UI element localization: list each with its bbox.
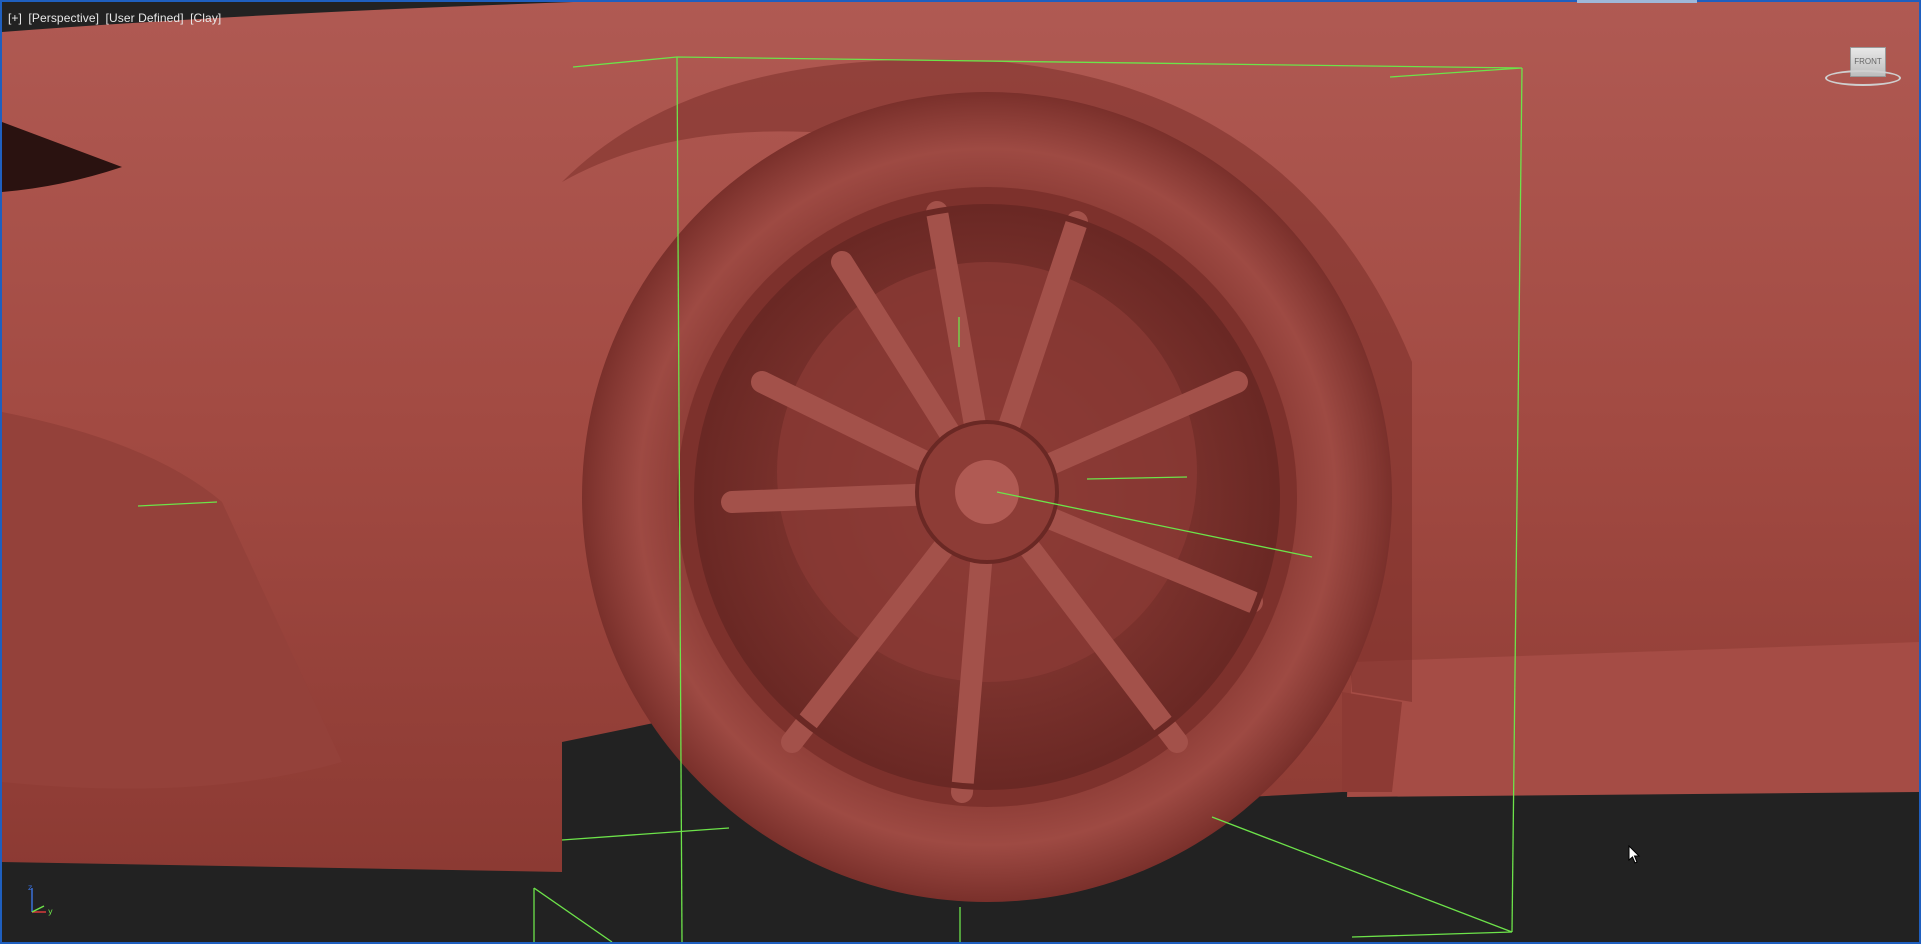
viewcube[interactable]: FRONT: [1823, 42, 1901, 90]
view-mode-menu[interactable]: [Perspective]: [28, 11, 99, 25]
viewport-label: [+] [Perspective] [User Defined] [Clay]: [8, 11, 224, 25]
mouse-cursor-icon: [1628, 845, 1641, 864]
view-setting-menu[interactable]: [User Defined]: [106, 11, 184, 25]
title-bar-highlight: [1577, 0, 1697, 3]
viewcube-compass-ring[interactable]: [1825, 70, 1901, 86]
axis-y-label: y: [48, 907, 53, 916]
axis-z-label: z: [28, 883, 32, 892]
shading-mode-menu[interactable]: [Clay]: [190, 11, 221, 25]
car-wheel-render: [2, 2, 1919, 942]
perspective-viewport[interactable]: [+] [Perspective] [User Defined] [Clay] …: [0, 0, 1921, 944]
viewport-menu-button[interactable]: [+]: [8, 11, 22, 25]
axis-tripod-icon: z y: [28, 883, 53, 916]
